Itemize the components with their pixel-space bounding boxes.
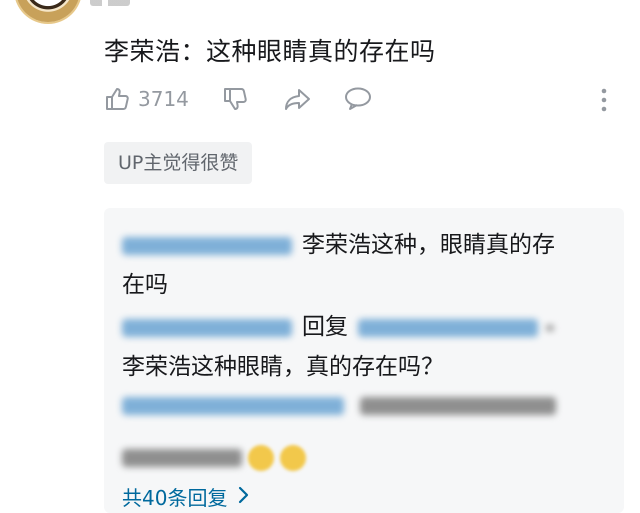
like-button[interactable]: 3714 <box>104 86 189 112</box>
reply-item-continued <box>122 436 306 478</box>
user-badge <box>90 0 130 6</box>
reply-item[interactable] <box>122 384 556 426</box>
reply-username[interactable] <box>122 396 344 415</box>
more-vertical-icon <box>600 87 608 113</box>
reply-username[interactable] <box>122 236 292 255</box>
reply-button[interactable] <box>344 86 372 112</box>
reply-item[interactable]: 回复 <box>122 306 554 348</box>
like-count: 3714 <box>138 87 189 111</box>
reply-item-continued: 李荣浩这种眼睛，真的存在吗？ <box>122 346 444 388</box>
reply-username[interactable] <box>122 318 292 337</box>
blurred-punctuation <box>546 324 554 331</box>
reply-mid-label: 回复 <box>302 314 348 340</box>
comment-actions: 3714 <box>104 86 620 112</box>
reply-preview[interactable]: 李荣浩这种，眼睛真的存 在吗 回复 李荣浩这种眼睛，真的存在吗？ 共40条回复 <box>104 208 624 513</box>
comment-bubble-icon <box>344 86 372 112</box>
emoji-icon <box>248 444 274 471</box>
thumbs-down-icon <box>222 86 248 112</box>
reply-text-blurred <box>122 448 242 467</box>
reply-item[interactable]: 李荣浩这种，眼睛真的存 <box>122 224 555 266</box>
chevron-right-icon <box>227 485 249 509</box>
reply-text: 在吗 <box>122 272 168 298</box>
reply-text: 李荣浩这种，眼睛真的存 <box>302 232 555 258</box>
reply-text: 李荣浩这种眼睛，真的存在吗？ <box>122 354 444 380</box>
reply-text-blurred <box>360 396 556 415</box>
mentioned-username[interactable] <box>358 318 538 337</box>
reply-item-continued: 在吗 <box>122 264 168 306</box>
dislike-button[interactable] <box>222 86 248 112</box>
share-button[interactable] <box>284 86 312 112</box>
share-icon <box>284 86 312 112</box>
comment-text: 李荣浩：这种眼睛真的存在吗 <box>104 37 436 66</box>
view-all-replies-label: 共40条回复 <box>122 486 228 510</box>
avatar[interactable] <box>16 0 80 22</box>
view-all-replies-link[interactable]: 共40条回复 <box>122 482 249 511</box>
up-liked-badge: UP主觉得很赞 <box>104 142 253 184</box>
thumbs-up-icon <box>104 86 130 112</box>
emoji-icon <box>280 444 306 471</box>
more-button[interactable] <box>600 87 608 113</box>
